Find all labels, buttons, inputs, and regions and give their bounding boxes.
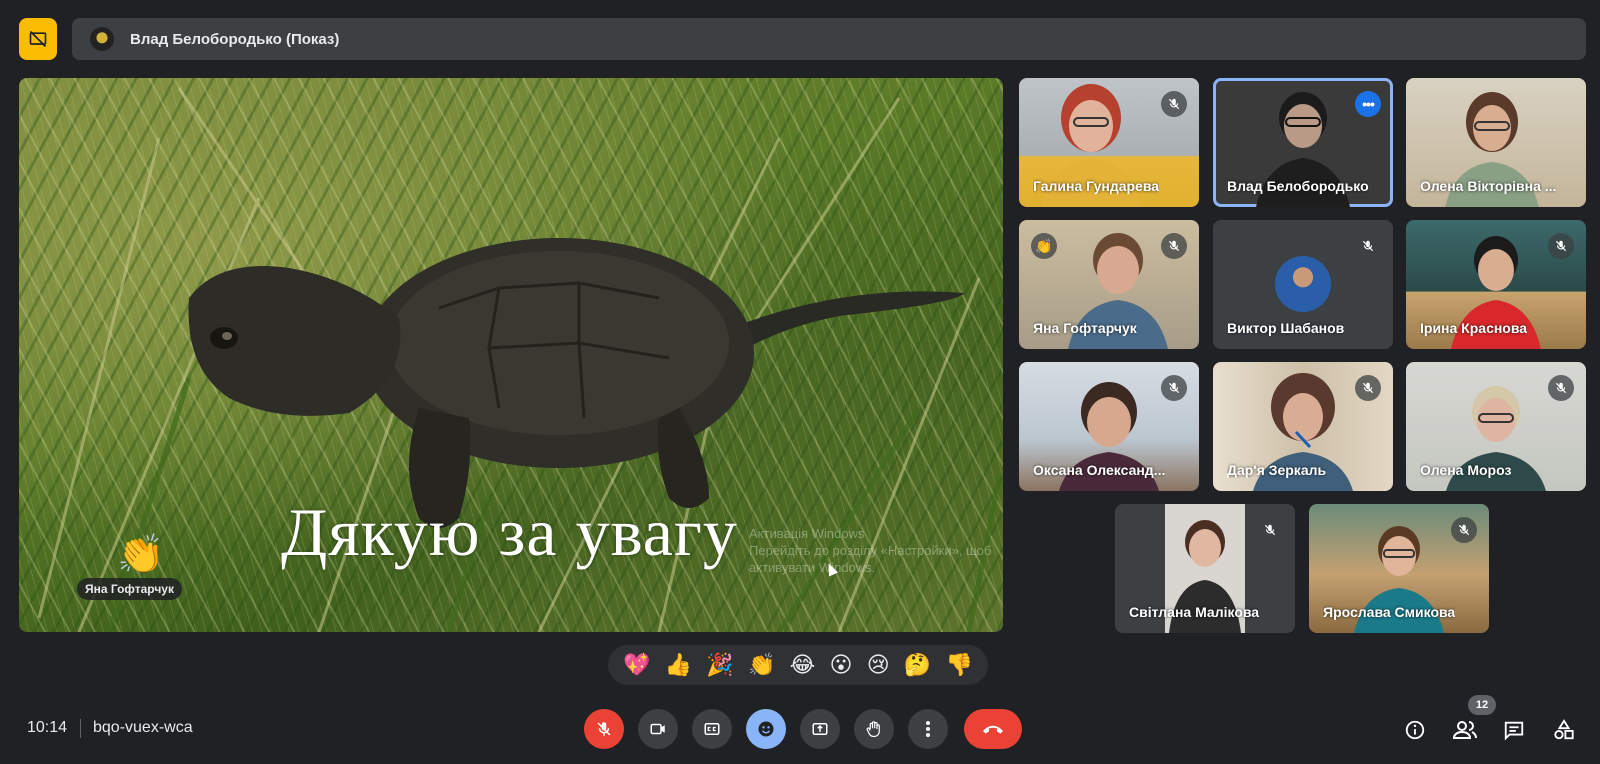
mic-off-icon bbox=[1355, 375, 1381, 401]
participant-name: Оксана Олександ... bbox=[1033, 462, 1166, 478]
participant-name: Олена Вікторівна ... bbox=[1420, 178, 1557, 194]
activities-button[interactable] bbox=[1550, 716, 1578, 744]
participant-name: Ярослава Смикова bbox=[1323, 604, 1456, 620]
chat-button[interactable] bbox=[1500, 716, 1528, 744]
thinking-face-reaction[interactable]: 🤔 bbox=[904, 652, 931, 678]
people-icon bbox=[1453, 721, 1477, 739]
sparkling-heart-reaction[interactable]: 💖 bbox=[623, 652, 650, 678]
activities-shapes-icon bbox=[1554, 719, 1574, 740]
chat-icon bbox=[1504, 721, 1524, 741]
meeting-clock: 10:14 bbox=[27, 719, 68, 736]
presenter-title: Влад Белобородько (Показ) bbox=[130, 30, 340, 48]
participant-tile[interactable]: Олена Мороз bbox=[1406, 362, 1586, 491]
camera-icon bbox=[650, 723, 665, 735]
closed-captions-icon bbox=[704, 723, 720, 735]
participant-tile[interactable]: Ярослава Смикова bbox=[1309, 504, 1489, 633]
presenter-avatar bbox=[90, 27, 114, 51]
present-off-icon bbox=[29, 30, 47, 48]
mic-off-icon bbox=[1548, 233, 1574, 259]
participant-avatar bbox=[1275, 256, 1331, 312]
presentation-indicator-button[interactable] bbox=[19, 18, 57, 60]
slide-text: Дякую за увагу bbox=[281, 494, 738, 570]
leave-call-button[interactable] bbox=[964, 709, 1022, 749]
more-vert-icon bbox=[926, 721, 930, 737]
mic-off-icon bbox=[1355, 233, 1381, 259]
participant-name: Галина Гундарева bbox=[1033, 178, 1160, 194]
participant-name: Яна Гофтарчук bbox=[1033, 320, 1137, 336]
participant-tile-active-speaker[interactable]: ••• Влад Белобородько bbox=[1213, 78, 1393, 207]
surprised-face-reaction[interactable]: 😮 bbox=[830, 652, 853, 678]
thumbs-down-reaction[interactable]: 👎 bbox=[945, 652, 972, 678]
meeting-code: bqo-vuex-wca bbox=[93, 719, 193, 736]
microphone-toggle-button[interactable] bbox=[584, 709, 624, 749]
participant-count-badge: 12 bbox=[1468, 695, 1496, 715]
participant-tile[interactable]: Оксана Олександ... bbox=[1019, 362, 1199, 491]
windows-activation-watermark: Активація Windows Перейдіть до розділу «… bbox=[749, 526, 992, 575]
presenter-bar[interactable]: Влад Белобородько (Показ) bbox=[72, 18, 1586, 60]
raise-hand-button[interactable] bbox=[854, 709, 894, 749]
participant-tile[interactable]: Дар'я Зеркаль bbox=[1213, 362, 1393, 491]
mic-off-icon bbox=[1548, 375, 1574, 401]
participant-name: Світлана Малікова bbox=[1129, 604, 1260, 620]
captions-button[interactable] bbox=[692, 709, 732, 749]
participant-name: Дар'я Зеркаль bbox=[1227, 462, 1327, 478]
participant-name: Ірина Краснова bbox=[1420, 320, 1528, 336]
divider bbox=[80, 719, 81, 738]
mic-off-icon bbox=[1451, 517, 1477, 543]
clap-reaction-emoji: 👏 bbox=[117, 534, 165, 576]
mic-off-icon bbox=[1161, 375, 1187, 401]
present-screen-button[interactable] bbox=[800, 709, 840, 749]
more-options-icon[interactable]: ••• bbox=[1355, 91, 1381, 117]
participant-tile[interactable]: Виктор Шабанов bbox=[1213, 220, 1393, 349]
hand-icon bbox=[866, 721, 880, 738]
party-popper-reaction[interactable]: 🎉 bbox=[706, 652, 733, 678]
clap-reaction-icon: 👏 bbox=[1031, 233, 1057, 259]
thumbs-up-reaction[interactable]: 👍 bbox=[665, 652, 692, 678]
smiley-icon bbox=[758, 721, 774, 737]
people-button[interactable] bbox=[1451, 716, 1479, 744]
participant-tile[interactable]: 👏 Яна Гофтарчук bbox=[1019, 220, 1199, 349]
presentation-stage: Дякую за увагу Активація Windows Перейді… bbox=[19, 78, 1003, 632]
clapping-hands-reaction[interactable]: 👏 bbox=[748, 652, 775, 678]
info-icon bbox=[1405, 720, 1425, 740]
crying-face-reaction[interactable]: 😢 bbox=[867, 652, 890, 678]
participant-name: Виктор Шабанов bbox=[1227, 320, 1345, 336]
participant-tile[interactable]: Ірина Краснова bbox=[1406, 220, 1586, 349]
camera-toggle-button[interactable] bbox=[638, 709, 678, 749]
reactions-bar: 💖 👍 🎉 👏 😂 😮 😢 🤔 👎 bbox=[608, 645, 988, 685]
tears-of-joy-reaction[interactable]: 😂 bbox=[790, 652, 816, 678]
mic-off-icon bbox=[1161, 233, 1187, 259]
more-options-button[interactable] bbox=[908, 709, 948, 749]
participant-name: Влад Белобородько bbox=[1227, 178, 1369, 194]
participant-name: Олена Мороз bbox=[1420, 462, 1512, 478]
participant-tile[interactable]: Олена Вікторівна ... bbox=[1406, 78, 1586, 207]
present-to-all-icon bbox=[812, 723, 828, 735]
mic-off-icon bbox=[1257, 517, 1283, 543]
phone-hangup-icon bbox=[983, 725, 1003, 734]
meeting-details-button[interactable] bbox=[1401, 716, 1429, 744]
reaction-sender-name: Яна Гофтарчук bbox=[77, 578, 182, 600]
participant-tile[interactable]: Світлана Малікова bbox=[1115, 504, 1295, 633]
emoji-reactions-button[interactable] bbox=[746, 709, 786, 749]
mic-off-icon bbox=[1161, 91, 1187, 117]
mic-off-icon bbox=[597, 722, 611, 736]
participant-tile[interactable]: Галина Гундарева bbox=[1019, 78, 1199, 207]
